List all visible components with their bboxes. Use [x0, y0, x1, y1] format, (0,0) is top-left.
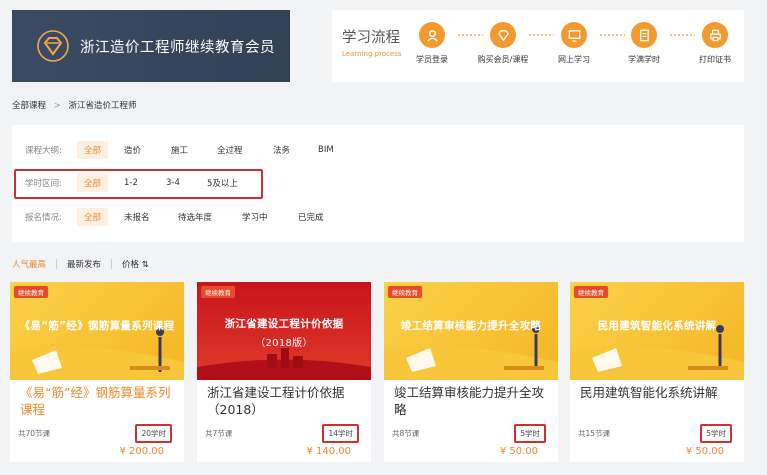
filter-signup-all[interactable]: 全部 — [77, 208, 109, 226]
course-thumbnail[interactable]: 继续教育 《易“筋”经》钢筋算量系列课程 — [10, 282, 184, 380]
course-tag: 继续教育 — [14, 286, 48, 298]
course-hours: 14学时 — [322, 424, 359, 443]
filter-outline-all[interactable]: 全部 — [77, 141, 109, 159]
sort-bar: 人气最高 最新发布 价格 ⇅ — [12, 258, 159, 270]
flow-step-study: 网上学习 — [545, 22, 603, 65]
course-price: ¥ 140.00 — [306, 446, 351, 457]
sort-price[interactable]: 价格 ⇅ — [122, 258, 149, 270]
banner-title: 浙江造价工程师继续教育会员 — [80, 39, 275, 56]
course-thumbnail[interactable]: 继续教育 浙江省建设工程计价依据 （2018版） — [197, 282, 371, 380]
course-thumbnail[interactable]: 继续教育 民用建筑智能化系统讲解 — [570, 282, 744, 380]
filter-signup-not-registered[interactable]: 未报名 — [124, 211, 150, 223]
sort-popular[interactable]: 人气最高 — [12, 258, 46, 270]
flow-step-hours: 学满学时 — [615, 22, 673, 65]
thumbnail-title: 民用建筑智能化系统讲解 — [597, 320, 717, 332]
filter-outline-full-process[interactable]: 全过程 — [217, 144, 243, 156]
course-lessons: 共70节课 — [18, 429, 51, 438]
course-hours: 20学时 — [135, 424, 172, 443]
course-lessons: 共8节课 — [392, 429, 420, 438]
course-tag: 继续教育 — [388, 286, 422, 298]
filter-label-signup: 报名情况: — [25, 213, 62, 223]
course-title[interactable]: 民用建筑智能化系统讲解 — [580, 384, 736, 401]
thumbnail-title: 竣工结算审核能力提升全攻略 — [400, 320, 542, 332]
course-lessons: 共7节课 — [205, 429, 233, 438]
flow-title: 学习流程 — [342, 30, 400, 46]
diamond-icon — [497, 29, 509, 41]
document-icon — [639, 29, 649, 41]
filter-outline-construction[interactable]: 施工 — [171, 144, 188, 156]
course-price: ¥ 50.00 — [685, 446, 724, 457]
flow-subtitle: Learning process — [342, 50, 402, 58]
course-card[interactable]: 继续教育 竣工结算审核能力提升全攻略 竣工结算审核能力提升全攻略 共8节课 5学… — [384, 282, 558, 462]
course-price: ¥ 50.00 — [499, 446, 538, 457]
flow-step-certificate: 打印证书 — [686, 22, 744, 65]
filter-signup-completed[interactable]: 已完成 — [298, 211, 324, 223]
course-price: ¥ 200.00 — [119, 446, 164, 457]
thumbnail-title: 《易“筋”经》钢筋算量系列课程 — [19, 320, 175, 332]
course-tag: 继续教育 — [574, 286, 608, 298]
course-lessons: 共15节课 — [578, 429, 611, 438]
member-banner[interactable]: 浙江造价工程师继续教育会员 — [12, 10, 290, 82]
thumbnail-subtitle: （2018版） — [255, 338, 313, 349]
filter-signup-studying[interactable]: 学习中 — [242, 211, 268, 223]
course-thumbnail[interactable]: 继续教育 竣工结算审核能力提升全攻略 — [384, 282, 558, 380]
breadcrumb-separator: > — [53, 101, 61, 111]
course-hours: 5学时 — [514, 424, 546, 443]
printer-icon — [709, 29, 721, 41]
course-title[interactable]: 竣工结算审核能力提升全攻略 — [394, 384, 550, 418]
course-card[interactable]: 继续教育 《易“筋”经》钢筋算量系列课程 《易“筋”经》钢筋算量系列课程 共70… — [10, 282, 184, 462]
learning-process-panel: 学习流程 Learning process 学员登录 购买会员/课程 网上学习 … — [332, 10, 744, 82]
flow-step-login: 学员登录 — [403, 22, 461, 65]
filter-label-outline: 课程大纲: — [25, 146, 62, 156]
course-card[interactable]: 继续教育 民用建筑智能化系统讲解 民用建筑智能化系统讲解 共15节课 5学时 ¥… — [570, 282, 744, 462]
course-tag: 继续教育 — [201, 286, 235, 298]
filter-row-signup: 报名情况: 全部 未报名 待选年度 学习中 已完成 — [12, 205, 744, 229]
course-card[interactable]: 继续教育 浙江省建设工程计价依据 （2018版） 浙江省建设工程计价依据（201… — [197, 282, 371, 462]
monitor-icon — [568, 29, 580, 42]
user-icon — [426, 29, 438, 42]
flow-step-purchase: 购买会员/课程 — [474, 22, 532, 65]
filter-outline-cost[interactable]: 造价 — [124, 144, 141, 156]
course-title[interactable]: 《易“筋”经》钢筋算量系列课程 — [20, 384, 176, 418]
filter-row-outline: 课程大纲: 全部 造价 施工 全过程 法务 BIM — [12, 138, 744, 162]
filter-outline-bim[interactable]: BIM — [318, 145, 334, 155]
breadcrumb-current: 浙江省造价工程师 — [68, 101, 137, 111]
diamond-logo-icon — [37, 30, 69, 62]
course-hours: 5学时 — [700, 424, 732, 443]
filter-outline-legal[interactable]: 法务 — [273, 144, 290, 156]
thumbnail-title: 浙江省建设工程计价依据 — [224, 318, 344, 330]
course-title[interactable]: 浙江省建设工程计价依据（2018） — [207, 384, 363, 418]
filter-signup-pending-year[interactable]: 待选年度 — [178, 211, 212, 223]
sort-newest[interactable]: 最新发布 — [67, 258, 101, 270]
breadcrumb-root[interactable]: 全部课程 — [12, 101, 46, 111]
breadcrumb: 全部课程 > 浙江省造价工程师 — [12, 99, 142, 111]
hours-filter-highlight — [14, 169, 263, 199]
